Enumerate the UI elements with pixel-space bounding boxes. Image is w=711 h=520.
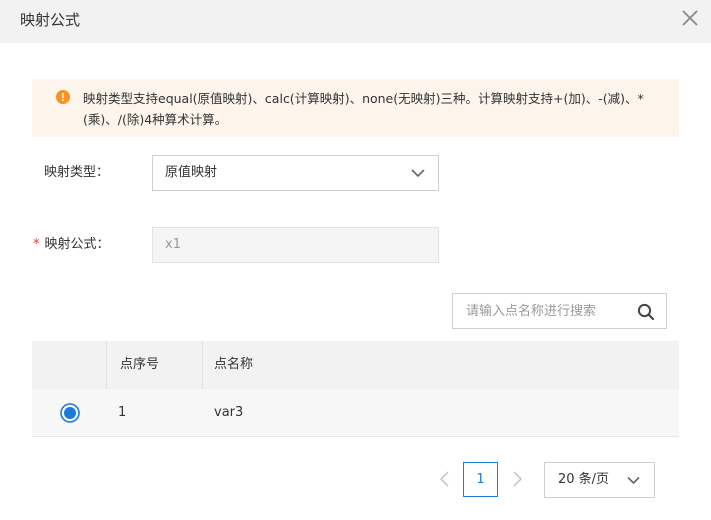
column-divider <box>106 341 107 389</box>
chevron-down-icon <box>411 169 425 178</box>
row-point-name: var3 <box>214 405 244 420</box>
mapping-formula-label-row: * 映射公式： <box>33 236 110 254</box>
column-header-index: 点序号 <box>120 357 160 372</box>
warning-icon <box>56 90 70 104</box>
chevron-down-icon <box>627 476 640 485</box>
page-size-value: 20 条/页 <box>558 472 610 487</box>
search-icon[interactable] <box>637 303 655 321</box>
mapping-formula-value: x1 <box>165 237 181 252</box>
table-row[interactable]: 1 var3 <box>32 389 679 437</box>
dialog-header: 映射公式 <box>0 0 711 43</box>
close-icon[interactable] <box>681 9 699 27</box>
page-button-current[interactable]: 1 <box>463 462 498 497</box>
table-header: 点序号 点名称 <box>32 341 679 389</box>
search-placeholder: 请输入点名称进行搜索 <box>466 304 597 319</box>
column-divider <box>202 341 203 389</box>
info-alert: 映射类型支持equal(原值映射)、calc(计算映射)、none(无映射)三种… <box>32 79 679 137</box>
mapping-formula-label: 映射公式： <box>44 237 110 252</box>
row-radio-selected[interactable] <box>60 403 80 423</box>
alert-text: 映射类型支持equal(原值映射)、calc(计算映射)、none(无映射)三种… <box>83 91 644 127</box>
page-size-select[interactable]: 20 条/页 <box>544 462 655 498</box>
mapping-type-select[interactable]: 原值映射 <box>152 155 439 191</box>
chevron-left-icon[interactable] <box>438 471 452 487</box>
points-table: 点序号 点名称 1 var3 <box>32 341 679 437</box>
dialog-title: 映射公式 <box>20 11 81 29</box>
mapping-type-label: 映射类型： <box>44 165 110 180</box>
mapping-formula-input: x1 <box>152 227 439 263</box>
chevron-right-icon[interactable] <box>510 471 524 487</box>
required-mark: * <box>33 237 40 252</box>
column-header-name: 点名称 <box>214 357 254 372</box>
row-index: 1 <box>118 405 127 420</box>
point-search-input[interactable]: 请输入点名称进行搜索 <box>452 293 667 329</box>
mapping-type-value: 原值映射 <box>165 165 218 180</box>
